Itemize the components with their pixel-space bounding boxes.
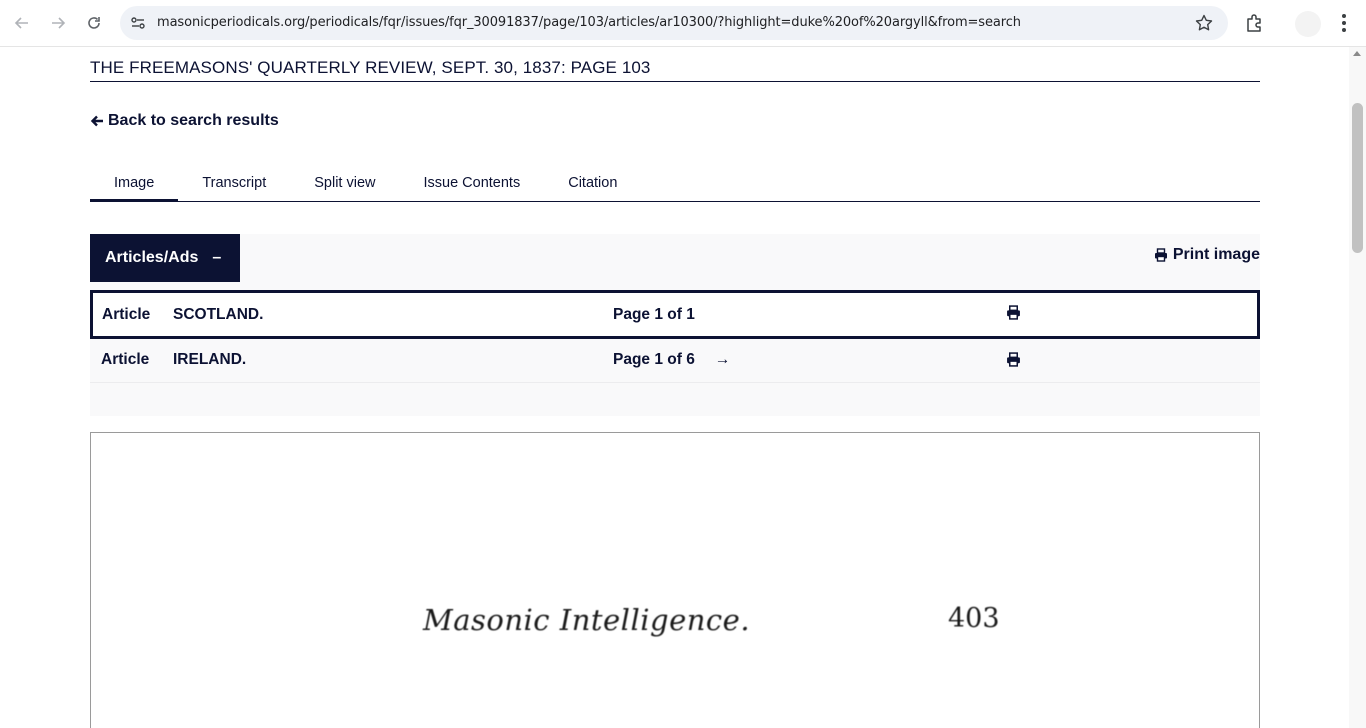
- forward-arrow-icon[interactable]: [46, 11, 70, 35]
- print-image-label: Print image: [1172, 246, 1260, 263]
- profile-avatar[interactable]: [1295, 11, 1321, 37]
- browser-toolbar: masonicperiodicals.org/periodicals/fqr/i…: [0, 0, 1366, 47]
- back-link-label: Back to search results: [108, 112, 279, 129]
- page-scrollbar[interactable]: [1349, 47, 1366, 728]
- print-article-icon[interactable]: [1006, 305, 1021, 320]
- print-article-icon[interactable]: [1006, 352, 1021, 367]
- article-kind: Article: [101, 350, 150, 368]
- view-tabs: Image Transcript Split view Issue Conten…: [90, 166, 1260, 202]
- scan-heading-text: Masonic Intelligence.: [423, 603, 751, 637]
- article-kind: Article: [102, 305, 151, 323]
- tab-split-view[interactable]: Split view: [290, 166, 399, 202]
- site-settings-icon[interactable]: [128, 13, 148, 33]
- article-title[interactable]: IRELAND.: [173, 351, 246, 369]
- tab-issue-contents[interactable]: Issue Contents: [399, 166, 544, 202]
- scrollbar-thumb[interactable]: [1352, 103, 1363, 253]
- print-image-button[interactable]: Print image: [1154, 246, 1260, 264]
- tab-transcript[interactable]: Transcript: [178, 166, 290, 202]
- article-page-info: Page 1 of 1: [613, 306, 695, 324]
- next-page-arrow-icon[interactable]: →: [715, 351, 731, 369]
- article-page-info: Page 1 of 6 →: [613, 351, 730, 369]
- page-title: THE FREEMASONS' QUARTERLY REVIEW, SEPT. …: [90, 58, 1260, 82]
- tab-citation[interactable]: Citation: [544, 166, 641, 202]
- extensions-puzzle-icon[interactable]: [1244, 12, 1266, 34]
- articles-ads-label: Articles/Ads: [105, 249, 199, 266]
- page-count: Page 1 of 6: [613, 350, 695, 368]
- scan-page-number: 403: [948, 603, 1000, 634]
- article-title[interactable]: SCOTLAND.: [173, 306, 263, 324]
- article-row-ireland[interactable]: Article IRELAND. Page 1 of 6 →: [90, 337, 1260, 383]
- tab-image[interactable]: Image: [90, 166, 179, 202]
- url-text[interactable]: masonicperiodicals.org/periodicals/fqr/i…: [157, 15, 1021, 30]
- arrow-left-icon: [90, 115, 103, 127]
- article-row-scotland[interactable]: Article SCOTLAND. Page 1 of 1: [90, 290, 1260, 339]
- address-bar[interactable]: masonicperiodicals.org/periodicals/fqr/i…: [120, 6, 1228, 40]
- back-to-search-link[interactable]: Back to search results: [90, 112, 279, 130]
- reload-icon[interactable]: [82, 11, 106, 35]
- printer-icon: [1154, 248, 1167, 262]
- bookmark-star-icon[interactable]: [1194, 13, 1214, 33]
- articles-ads-toggle-button[interactable]: Articles/Ads –: [90, 234, 240, 282]
- articles-panel: Articles/Ads – Print image Article SCOTL…: [90, 234, 1260, 416]
- page-scan-image[interactable]: Masonic Intelligence. 403: [90, 432, 1260, 728]
- scroll-up-arrow-icon[interactable]: [1353, 51, 1361, 56]
- browser-menu-icon[interactable]: [1334, 11, 1354, 35]
- back-arrow-icon[interactable]: [10, 11, 34, 35]
- collapse-icon: –: [212, 249, 222, 266]
- page-count: Page 1 of 1: [613, 305, 695, 323]
